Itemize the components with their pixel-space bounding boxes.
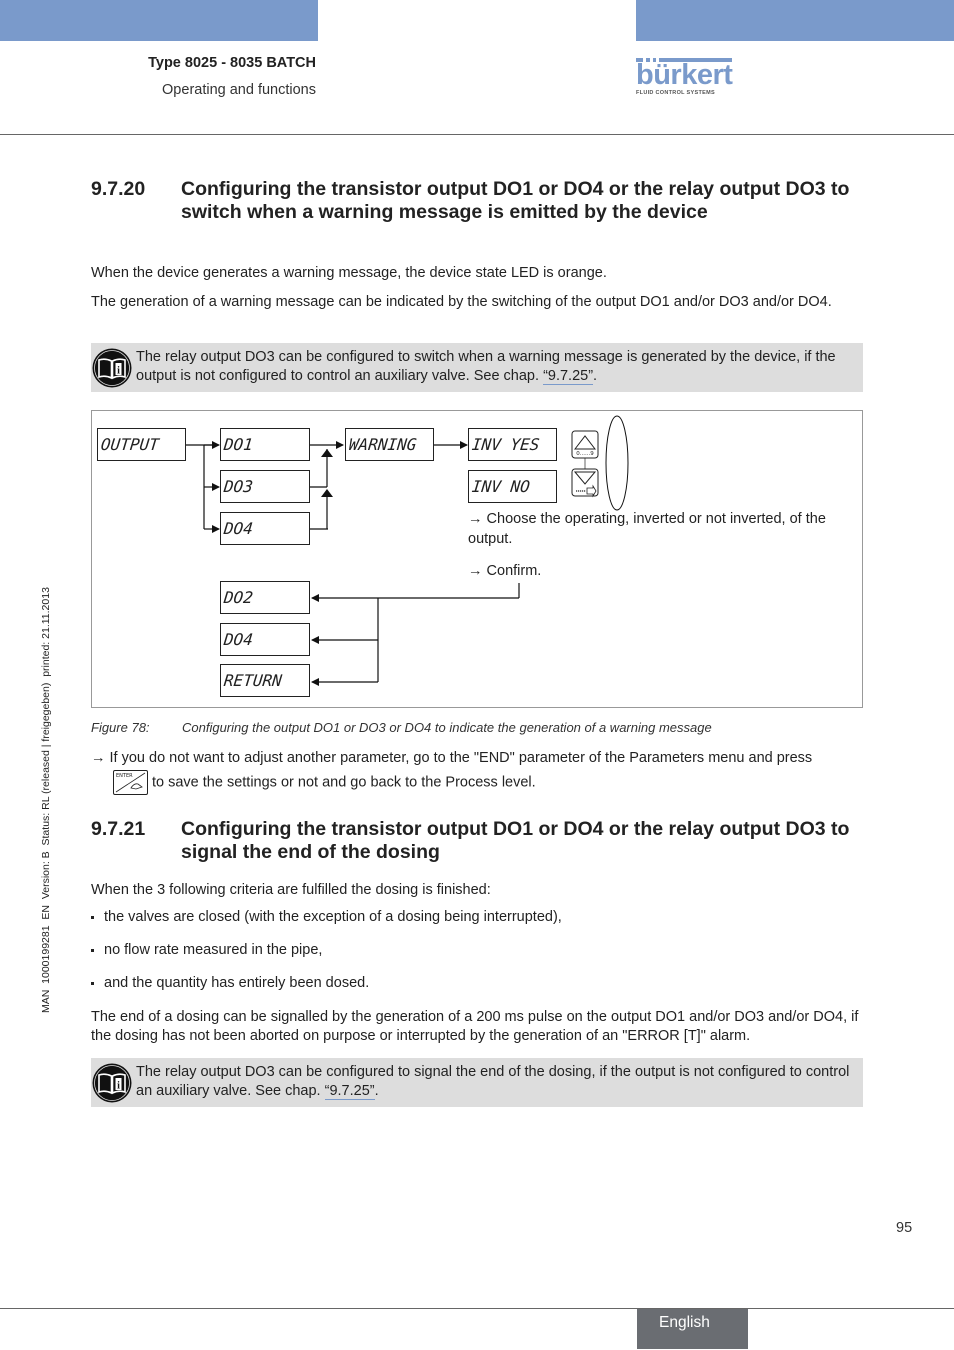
info-book-icon: i xyxy=(92,1063,132,1103)
language-tab: English xyxy=(637,1309,748,1349)
page-number: 95 xyxy=(896,1220,913,1236)
instruction-text: → If you do not want to adjust another p… xyxy=(91,750,813,766)
box-label: DO1 xyxy=(223,435,254,454)
box-label: DO2 xyxy=(223,588,254,607)
keypad-arrows: 0......9 xyxy=(571,415,629,511)
figure-note-choose-text: → Choose the operating, inverted or not … xyxy=(468,511,826,547)
enter-key-icon: ENTER xyxy=(113,770,148,795)
menu-box-do4-return: DO4 xyxy=(220,623,310,656)
caption-text: Configuring the output DO1 or DO3 or DO4… xyxy=(182,720,712,735)
list-item-text: and the quantity has entirely been dosed… xyxy=(104,975,370,991)
document-title: Type 8025 - 8035 BATCH xyxy=(148,55,316,71)
menu-box-output: OUTPUT xyxy=(97,428,186,461)
svg-text:0......9: 0......9 xyxy=(576,451,594,457)
header-band-left xyxy=(0,0,318,41)
chapter-link-9-7-25[interactable]: “9.7.25” xyxy=(543,368,594,385)
figure-note-choose: → Choose the operating, inverted or not … xyxy=(468,509,853,549)
note-text-body: The relay output DO3 can be configured t… xyxy=(136,1064,850,1099)
box-label: DO3 xyxy=(223,477,254,496)
menu-box-warning: WARNING xyxy=(345,428,434,461)
note-text-end: . xyxy=(374,1083,379,1099)
svg-text:i: i xyxy=(117,1081,120,1092)
menu-box-do1: DO1 xyxy=(220,428,310,461)
box-label: INV NO xyxy=(471,477,531,496)
document-subtitle: Operating and functions xyxy=(162,82,316,98)
menu-box-inv-no: INV NO xyxy=(468,470,557,503)
instruction-text-end: to save the settings or not and go back … xyxy=(152,774,536,791)
box-label: OUTPUT xyxy=(100,435,160,454)
figure-78-diagram: 0......9 OUTPUT DO1 DO3 DO4 WARNING INV … xyxy=(91,410,863,708)
svg-text:ENTER: ENTER xyxy=(116,773,133,779)
box-label: WARNING xyxy=(348,435,418,454)
box-label: DO4 xyxy=(223,519,254,538)
info-note-2: i The relay output DO3 can be configured… xyxy=(91,1058,863,1107)
header-divider xyxy=(0,134,954,135)
section-title: Configuring the transistor output DO1 or… xyxy=(181,178,850,223)
footer-divider xyxy=(0,1308,954,1309)
instruction-save: → If you do not want to adjust another p… xyxy=(91,747,863,795)
paragraph-warning-output: The generation of a warning message can … xyxy=(91,294,832,310)
note-text: The relay output DO3 can be configured t… xyxy=(136,348,860,386)
menu-box-do3: DO3 xyxy=(220,470,310,503)
note-text-end: . xyxy=(593,368,598,384)
list-item-text: the valves are closed (with the exceptio… xyxy=(104,909,562,925)
section-title: Configuring the transistor output DO1 or… xyxy=(181,818,850,863)
paragraph-dosing-pulse: The end of a dosing can be signalled by … xyxy=(91,1009,859,1044)
list-item-text: no flow rate measured in the pipe, xyxy=(104,942,323,958)
box-label: RETURN xyxy=(223,671,283,690)
menu-box-return: RETURN xyxy=(220,664,310,697)
note-text: The relay output DO3 can be configured t… xyxy=(136,1063,860,1101)
menu-box-do4: DO4 xyxy=(220,512,310,545)
box-label: INV YES xyxy=(471,435,541,454)
burkert-logo: bürkert FLUID CONTROL SYSTEMS xyxy=(636,58,733,96)
box-label: DO4 xyxy=(223,630,254,649)
info-book-icon: i xyxy=(92,348,132,388)
document-meta-vertical: MAN 1000199281 EN Version: B Status: RL … xyxy=(40,587,52,1013)
menu-box-inv-yes: INV YES xyxy=(468,428,557,461)
section-number: 9.7.20 xyxy=(91,178,146,200)
section-number: 9.7.21 xyxy=(91,818,146,840)
header-band-right xyxy=(636,0,954,41)
paragraph-led: When the device generates a warning mess… xyxy=(91,265,607,281)
chapter-link-9-7-25[interactable]: “9.7.25” xyxy=(324,1083,375,1100)
figure-note-confirm: → Confirm. xyxy=(468,563,542,579)
logo-wordmark: bürkert xyxy=(636,59,733,91)
svg-text:i: i xyxy=(117,366,120,377)
note-text-body: The relay output DO3 can be configured t… xyxy=(136,349,836,384)
menu-box-do2: DO2 xyxy=(220,581,310,614)
caption-label: Figure 78: xyxy=(91,720,150,735)
info-note-1: i The relay output DO3 can be configured… xyxy=(91,343,863,392)
paragraph-criteria-intro: When the 3 following criteria are fulfil… xyxy=(91,882,491,898)
